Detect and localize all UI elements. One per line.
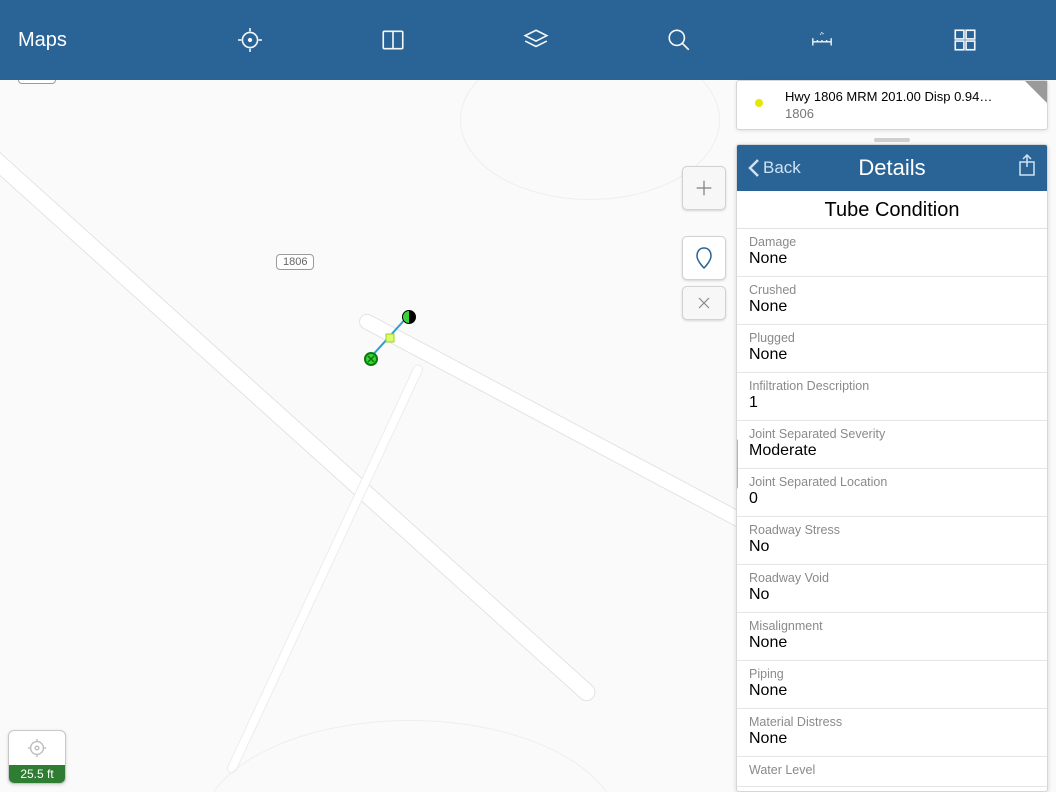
detail-field: Joint Separated SeverityModerate: [737, 421, 1047, 469]
gps-accuracy-value: 25.5 ft: [9, 765, 65, 783]
map-tool-column: [682, 160, 730, 320]
field-value: No: [749, 538, 1035, 556]
field-label: Misalignment: [749, 619, 1035, 633]
field-value: None: [749, 682, 1035, 700]
field-value: None: [749, 730, 1035, 748]
feature-symbol-icon: [755, 99, 763, 107]
collect-point-button[interactable]: [682, 236, 726, 280]
detail-field: PluggedNone: [737, 325, 1047, 373]
details-panel-stack: Hwy 1806 MRM 201.00 Disp 0.94… 1806 Back…: [736, 80, 1048, 792]
detail-field: Roadway VoidNo: [737, 565, 1047, 613]
details-panel: Back Details Tube Condition DamageNoneCr…: [736, 144, 1048, 792]
field-label: Roadway Void: [749, 571, 1035, 585]
endpoint-marker[interactable]: [402, 310, 416, 324]
endpoint-marker[interactable]: [364, 352, 378, 366]
close-tools-button[interactable]: [682, 286, 726, 320]
card-corner-icon: [1025, 81, 1047, 103]
field-value: None: [749, 346, 1035, 364]
scroll-indicator: [737, 439, 738, 489]
field-value: No: [749, 586, 1035, 604]
toolbar-icons: [158, 25, 1056, 55]
bookmarks-icon[interactable]: [378, 25, 408, 55]
field-value: None: [749, 250, 1035, 268]
field-value: None: [749, 634, 1035, 652]
section-heading: Tube Condition: [737, 191, 1047, 228]
feature-subtitle: 1806: [785, 106, 1037, 121]
back-button[interactable]: Back: [747, 157, 801, 179]
measure-icon[interactable]: [807, 25, 837, 55]
share-button[interactable]: [1017, 154, 1037, 183]
details-header: Back Details: [737, 145, 1047, 191]
back-label: Back: [763, 158, 801, 178]
field-list[interactable]: DamageNoneCrushedNonePluggedNoneInfiltra…: [737, 228, 1047, 791]
add-feature-button[interactable]: [682, 166, 726, 210]
field-label: Joint Separated Severity: [749, 427, 1035, 441]
locate-icon[interactable]: [235, 25, 265, 55]
contour: [460, 80, 720, 200]
field-label: Piping: [749, 667, 1035, 681]
field-label: Infiltration Description: [749, 379, 1035, 393]
layers-icon[interactable]: [521, 25, 551, 55]
feature-summary-card[interactable]: Hwy 1806 MRM 201.00 Disp 0.94… 1806: [736, 80, 1048, 130]
feature-title: Hwy 1806 MRM 201.00 Disp 0.94…: [785, 89, 1037, 104]
contour: [200, 720, 620, 792]
route-shield: 1806: [18, 80, 56, 84]
top-toolbar: Maps: [0, 0, 1056, 80]
field-label: Roadway Stress: [749, 523, 1035, 537]
detail-field: Material DistressNone: [737, 709, 1047, 757]
panel-grabber[interactable]: [736, 136, 1048, 144]
detail-field: Infiltration Description1: [737, 373, 1047, 421]
detail-field: Joint Separated Location0: [737, 469, 1047, 517]
field-value: Moderate: [749, 442, 1035, 460]
field-label: Plugged: [749, 331, 1035, 345]
detail-field: CrushedNone: [737, 277, 1047, 325]
field-label: Joint Separated Location: [749, 475, 1035, 489]
detail-field: PipingNone: [737, 661, 1047, 709]
field-label: Material Distress: [749, 715, 1035, 729]
field-value: 0: [749, 490, 1035, 508]
detail-field: Water Level: [737, 757, 1047, 787]
search-icon[interactable]: [664, 25, 694, 55]
field-value: None: [749, 298, 1035, 316]
field-value: 1: [749, 394, 1035, 412]
basemap-icon[interactable]: [950, 25, 980, 55]
detail-field: Roadway StressNo: [737, 517, 1047, 565]
detail-field: DamageNone: [737, 229, 1047, 277]
field-label: Crushed: [749, 283, 1035, 297]
detail-field: MisalignmentNone: [737, 613, 1047, 661]
route-shield: 1806: [276, 254, 314, 270]
gps-accuracy-badge[interactable]: 25.5 ft: [8, 730, 66, 784]
app-title: Maps: [18, 29, 158, 52]
field-label: Water Level: [749, 763, 1035, 777]
field-label: Damage: [749, 235, 1035, 249]
road-segment: [225, 363, 424, 775]
gps-icon: [26, 737, 48, 759]
